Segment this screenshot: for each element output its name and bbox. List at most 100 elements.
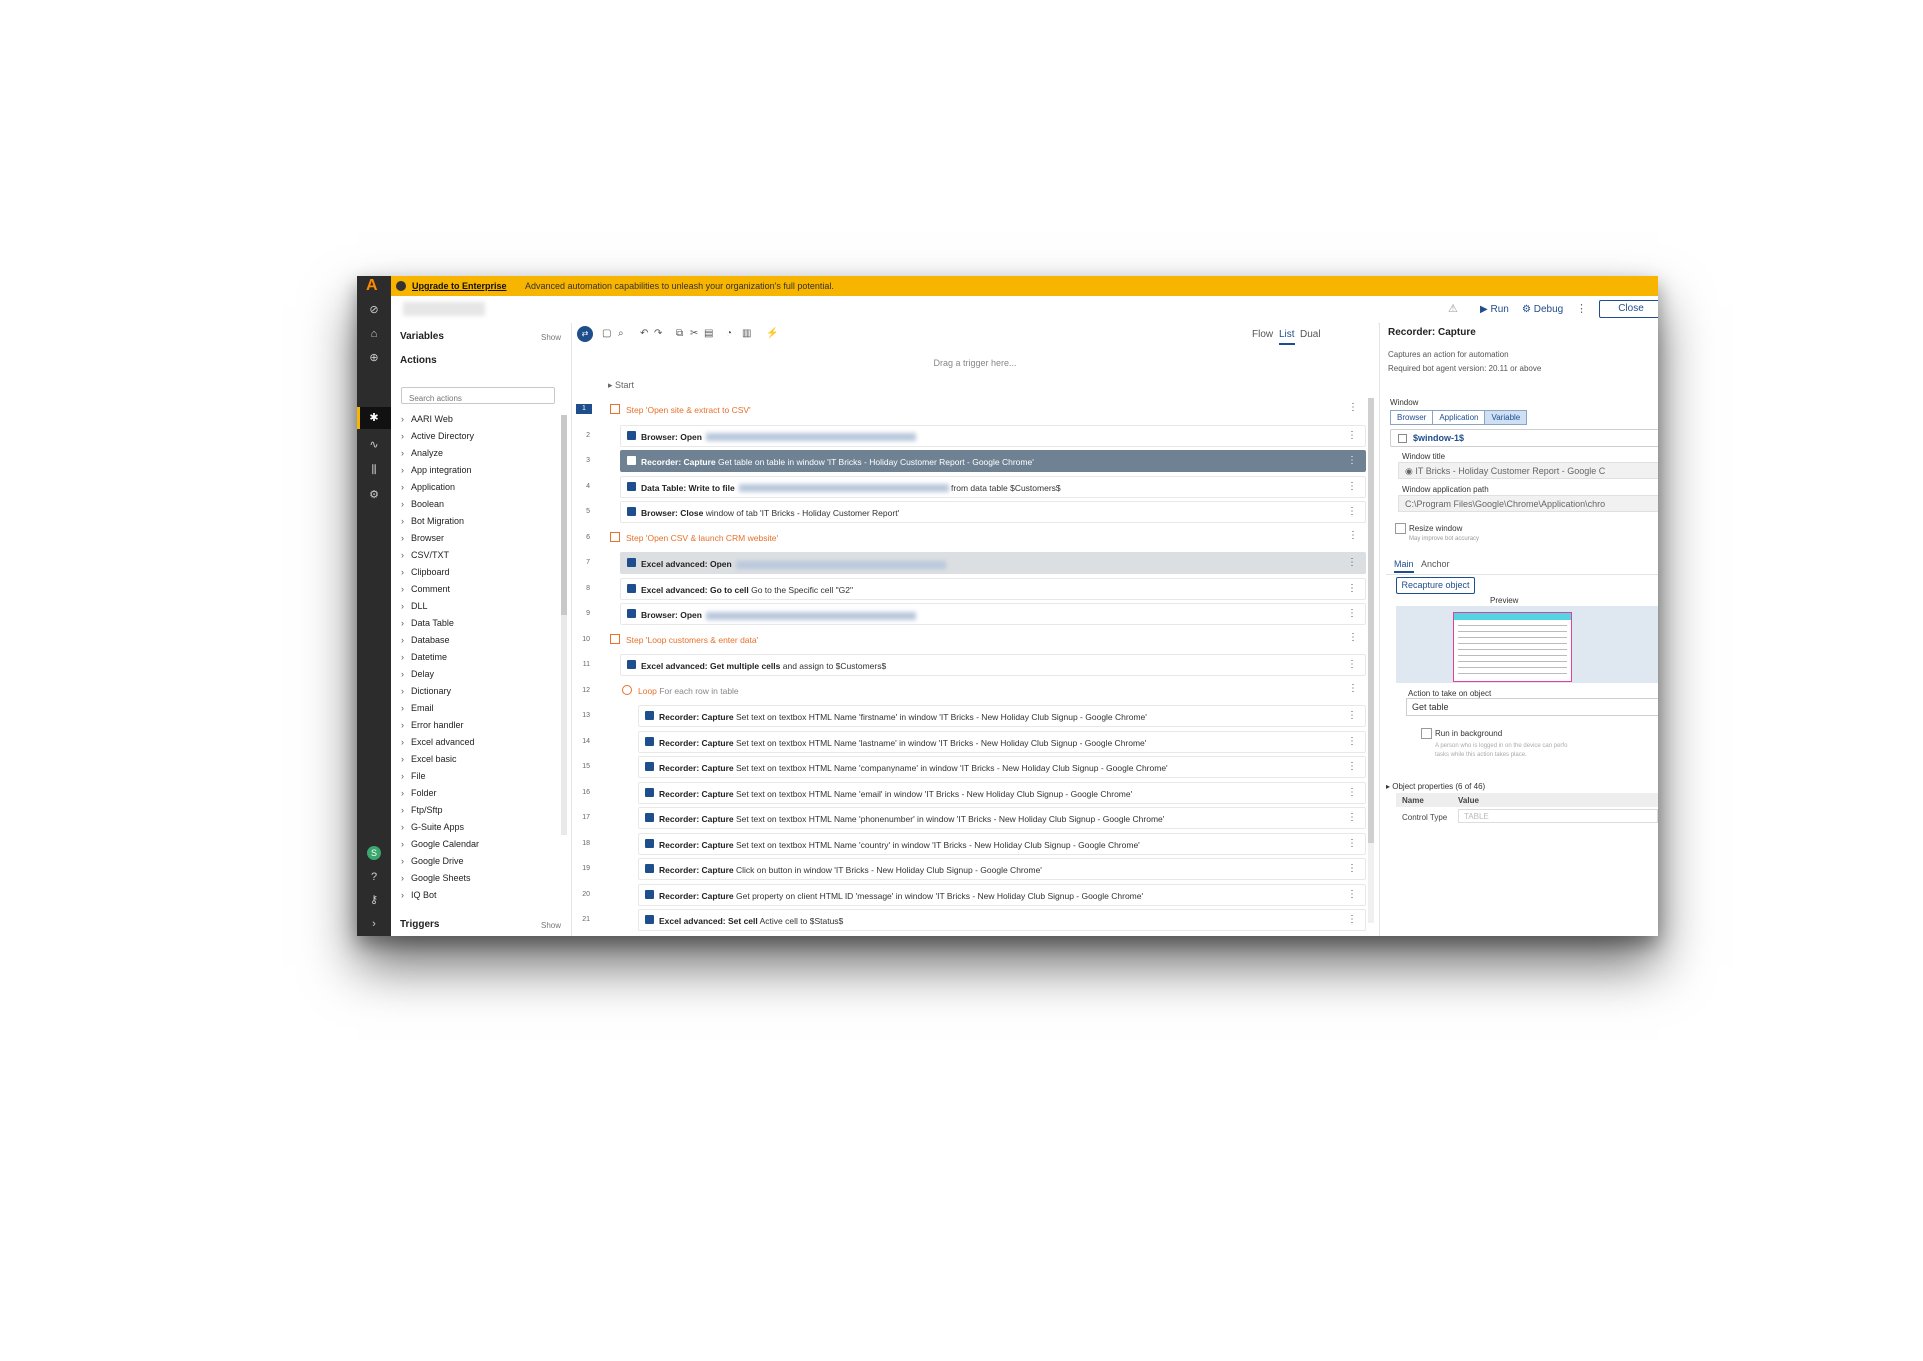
toggle-icon[interactable]: ⇄: [577, 326, 593, 342]
action-node[interactable]: Browser: Open ⋮: [620, 603, 1366, 625]
home-icon[interactable]: ⌂: [368, 328, 380, 340]
action-category[interactable]: › Folder: [401, 788, 551, 805]
action-category[interactable]: › IQ Bot: [401, 890, 551, 907]
more-options-icon[interactable]: ⋮: [1576, 302, 1587, 315]
run-button[interactable]: ▶ Run: [1480, 304, 1509, 315]
action-node[interactable]: Recorder: Capture Set text on textbox HT…: [638, 807, 1366, 829]
table-row[interactable]: 15 Recorder: Capture Set text on textbox …: [572, 755, 1378, 781]
tab-main[interactable]: Main: [1394, 559, 1414, 573]
action-category[interactable]: › Dictionary: [401, 686, 551, 703]
action-category[interactable]: › Bot Migration: [401, 516, 551, 533]
debug-button[interactable]: ⚙ Debug: [1522, 304, 1563, 315]
more-options-icon[interactable]: ⋮: [1347, 506, 1357, 517]
action-node[interactable]: Recorder: Capture Set text on textbox HT…: [638, 756, 1366, 778]
action-node[interactable]: Recorder: Capture Get property on client…: [638, 883, 1366, 906]
copy-icon[interactable]: ⧉: [676, 328, 683, 339]
table-row[interactable]: 4 Data Table: Write to file from data tab…: [572, 475, 1378, 501]
triggers-show-link[interactable]: Show: [541, 921, 561, 930]
table-row[interactable]: 12 Loop For each row in table ⋮: [572, 679, 1378, 705]
more-options-icon[interactable]: ⋮: [1347, 557, 1357, 568]
more-options-icon[interactable]: ⋮: [1347, 710, 1357, 721]
action-category[interactable]: › DLL: [401, 601, 551, 618]
more-options-icon[interactable]: ⋮: [1347, 889, 1357, 900]
table-row[interactable]: 2 Browser: Open ⋮: [572, 424, 1378, 450]
bot-icon[interactable]: ⊕: [368, 352, 380, 364]
tab-anchor[interactable]: Anchor: [1421, 559, 1450, 569]
more-options-icon[interactable]: ⋮: [1347, 481, 1357, 492]
table-row[interactable]: 9 Browser: Open ⋮: [572, 602, 1378, 628]
more-options-icon[interactable]: ⋮: [1347, 812, 1357, 823]
avatar[interactable]: S: [367, 846, 381, 860]
action-category[interactable]: › Google Sheets: [401, 873, 551, 890]
step-label[interactable]: Step 'Loop customers & enter data': [610, 633, 758, 645]
table-row[interactable]: 10 Step 'Loop customers & enter data' ⋮: [572, 628, 1378, 654]
table-row[interactable]: 3 Recorder: Capture Get table on table in…: [572, 449, 1378, 475]
table-row[interactable]: 11 Excel advanced: Get multiple cells and…: [572, 653, 1378, 679]
window-title-field[interactable]: ◉ IT Bricks - Holiday Customer Report - …: [1398, 462, 1658, 479]
action-category[interactable]: › Google Calendar: [401, 839, 551, 856]
step-label[interactable]: Step 'Open site & extract to CSV': [610, 404, 751, 415]
action-category[interactable]: › Excel basic: [401, 754, 551, 771]
action-category[interactable]: › Comment: [401, 584, 551, 601]
action-category[interactable]: › File: [401, 771, 551, 788]
settings-icon[interactable]: ⚙: [368, 489, 380, 501]
view-dual[interactable]: Dual: [1300, 329, 1321, 340]
action-node[interactable]: Browser: Close window of tab 'IT Bricks …: [620, 501, 1366, 523]
action-category[interactable]: › Browser: [401, 533, 551, 550]
action-category[interactable]: › AARI Web: [401, 414, 551, 431]
more-options-icon[interactable]: ⋮: [1347, 583, 1357, 594]
action-node[interactable]: Data Table: Write to file from data tabl…: [620, 475, 1366, 498]
key-icon[interactable]: ⚷: [368, 894, 380, 906]
action-node[interactable]: Excel advanced: Go to cell Go to the Spe…: [620, 577, 1366, 600]
action-category[interactable]: › Google Drive: [401, 856, 551, 873]
action-category[interactable]: › Email: [401, 703, 551, 720]
cut-icon[interactable]: ✂: [690, 328, 698, 339]
table-row[interactable]: 17 Recorder: Capture Set text on textbox …: [572, 806, 1378, 832]
trigger-drop-zone[interactable]: Drag a trigger here...: [572, 358, 1378, 368]
action-category[interactable]: › Delay: [401, 669, 551, 686]
variables-show-link[interactable]: Show: [541, 333, 561, 342]
action-node[interactable]: Recorder: Capture Set text on textbox HT…: [638, 832, 1366, 855]
more-options-icon[interactable]: ⋮: [1347, 430, 1357, 441]
redo-icon[interactable]: ↷: [654, 328, 662, 339]
action-node[interactable]: Recorder: Capture Get table on table in …: [620, 450, 1366, 472]
explore-icon[interactable]: ⊘: [368, 304, 380, 316]
undo-icon[interactable]: ↶: [640, 328, 648, 339]
help-icon[interactable]: ?: [368, 871, 380, 883]
table-row[interactable]: 13 Recorder: Capture Set text on textbox …: [572, 704, 1378, 730]
app-path-field[interactable]: C:\Program Files\Google\Chrome\Applicati…: [1398, 495, 1658, 512]
tab-application[interactable]: Application: [1433, 411, 1486, 424]
action-category[interactable]: › App integration: [401, 465, 551, 482]
enable-icon[interactable]: ◔: [726, 328, 732, 339]
more-options-icon[interactable]: ⋮: [1347, 914, 1357, 925]
action-category[interactable]: › Boolean: [401, 499, 551, 516]
view-flow[interactable]: Flow: [1252, 329, 1273, 340]
activity-icon[interactable]: ∿: [368, 439, 380, 451]
action-node[interactable]: Browser: Open ⋮: [620, 424, 1366, 447]
action-node[interactable]: Excel advanced: Open ⋮: [620, 552, 1366, 574]
table-row[interactable]: 19 Recorder: Capture Click on button in w…: [572, 857, 1378, 883]
canvas-scrollbar[interactable]: [1368, 398, 1374, 923]
more-options-icon[interactable]: ⋮: [1348, 632, 1358, 643]
action-category[interactable]: › Clipboard: [401, 567, 551, 584]
action-category[interactable]: › Database: [401, 635, 551, 652]
action-category[interactable]: › Error handler: [401, 720, 551, 737]
action-node[interactable]: Excel advanced: Get multiple cells and a…: [620, 654, 1366, 676]
action-category[interactable]: › Analyze: [401, 448, 551, 465]
table-row[interactable]: 16 Recorder: Capture Set text on textbox …: [572, 781, 1378, 807]
table-row[interactable]: 8 Excel advanced: Go to cell Go to the Sp…: [572, 577, 1378, 603]
object-properties-toggle[interactable]: ▸ Object properties (6 of 46): [1386, 782, 1485, 791]
delete-icon[interactable]: ▥: [742, 328, 751, 339]
action-category[interactable]: › CSV/TXT: [401, 550, 551, 567]
select-icon[interactable]: ▢: [602, 328, 611, 339]
action-node[interactable]: Recorder: Capture Set text on textbox HT…: [638, 730, 1366, 753]
step-label[interactable]: Step 'Open CSV & launch CRM website': [610, 531, 778, 543]
more-options-icon[interactable]: ⋮: [1347, 863, 1357, 874]
loop-label[interactable]: Loop For each row in table: [622, 684, 739, 696]
action-node[interactable]: Recorder: Capture Set text on textbox HT…: [638, 705, 1366, 727]
table-row[interactable]: 20 Recorder: Capture Get property on clie…: [572, 883, 1378, 909]
table-row[interactable]: 14 Recorder: Capture Set text on textbox …: [572, 730, 1378, 756]
tab-variable[interactable]: Variable: [1485, 411, 1527, 424]
action-category[interactable]: › Data Table: [401, 618, 551, 635]
table-row[interactable]: 5 Browser: Close window of tab 'IT Bricks…: [572, 500, 1378, 526]
